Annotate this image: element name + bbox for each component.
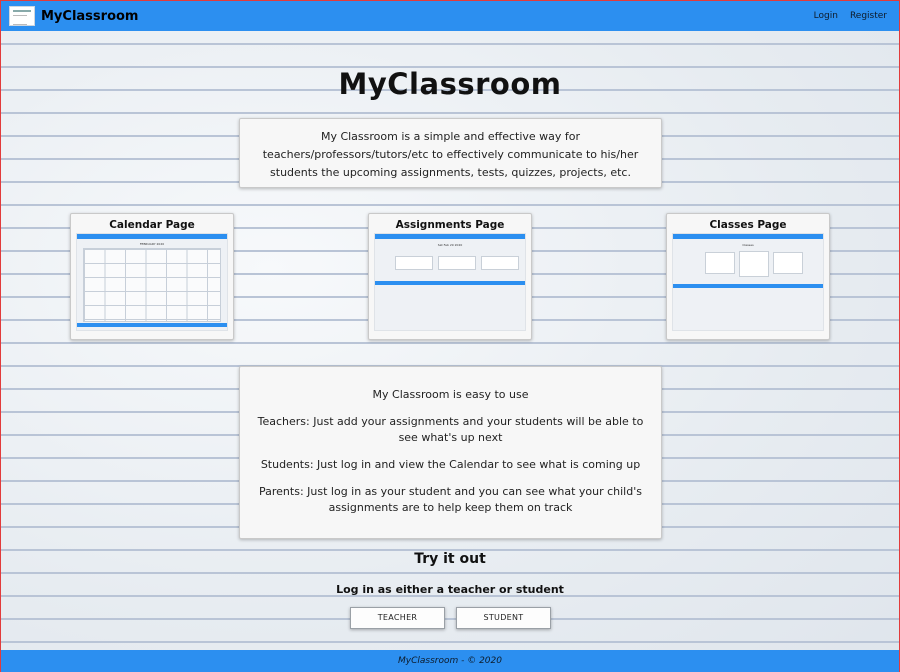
thumb-navbar <box>673 234 823 239</box>
login-link[interactable]: Login <box>814 11 838 21</box>
usage-students: Students: Just log in and view the Calen… <box>260 458 641 471</box>
try-it-subtitle: Log in as either a teacher or student <box>336 583 564 596</box>
try-it-title: Try it out <box>414 551 486 567</box>
thumb-class-box <box>739 251 769 277</box>
thumb-assignment-box <box>395 256 433 270</box>
calendar-card[interactable]: Calendar Page FEBRUARY 2020 <box>70 213 234 340</box>
assignments-card[interactable]: Assignments Page Sat Feb 29 2020 <box>368 213 532 340</box>
thumb-calendar-grid <box>83 248 221 322</box>
assignments-page-thumbnail: Sat Feb 29 2020 <box>374 233 526 331</box>
card-title: Classes Page <box>709 219 787 231</box>
classes-page-thumbnail: Classes <box>672 233 824 331</box>
top-navbar: MyClassroom Login Register <box>1 1 899 31</box>
calendar-page-thumbnail: FEBRUARY 2020 <box>76 233 228 331</box>
footer: MyClassroom - © 2020 <box>1 650 899 672</box>
student-button[interactable]: STUDENT <box>456 607 551 629</box>
thumb-heading: FEBRUARY 2020 <box>139 242 165 246</box>
brand-logo-icon <box>9 6 35 26</box>
usage-panel: My Classroom is easy to use Teachers: Ju… <box>239 366 662 539</box>
thumb-assignment-box <box>438 256 476 270</box>
thumb-footer <box>77 323 227 327</box>
thumb-navbar <box>375 234 525 239</box>
brand[interactable]: MyClassroom <box>9 6 138 26</box>
thumb-class-box <box>705 252 735 274</box>
thumb-footer <box>375 281 525 285</box>
usage-heading: My Classroom is easy to use <box>372 388 529 401</box>
thumb-heading: Classes <box>742 243 754 247</box>
page-title: MyClassroom <box>338 67 562 101</box>
teacher-button[interactable]: TEACHER <box>350 607 445 629</box>
usage-parents: Parents: Just log in as your student and… <box>259 485 642 514</box>
card-title: Calendar Page <box>109 219 195 231</box>
thumb-navbar <box>77 234 227 239</box>
nav-links: Login Register <box>814 11 891 21</box>
thumb-footer <box>673 284 823 288</box>
card-title: Assignments Page <box>395 219 505 231</box>
thumb-assignment-box <box>481 256 519 270</box>
classes-card[interactable]: Classes Page Classes <box>666 213 830 340</box>
usage-teachers: Teachers: Just add your assignments and … <box>257 415 644 444</box>
intro-panel: My Classroom is a simple and effective w… <box>239 118 662 188</box>
thumb-heading: Sat Feb 29 2020 <box>437 243 463 247</box>
brand-name: MyClassroom <box>41 8 139 24</box>
register-link[interactable]: Register <box>850 11 887 21</box>
thumb-class-box <box>773 252 803 274</box>
